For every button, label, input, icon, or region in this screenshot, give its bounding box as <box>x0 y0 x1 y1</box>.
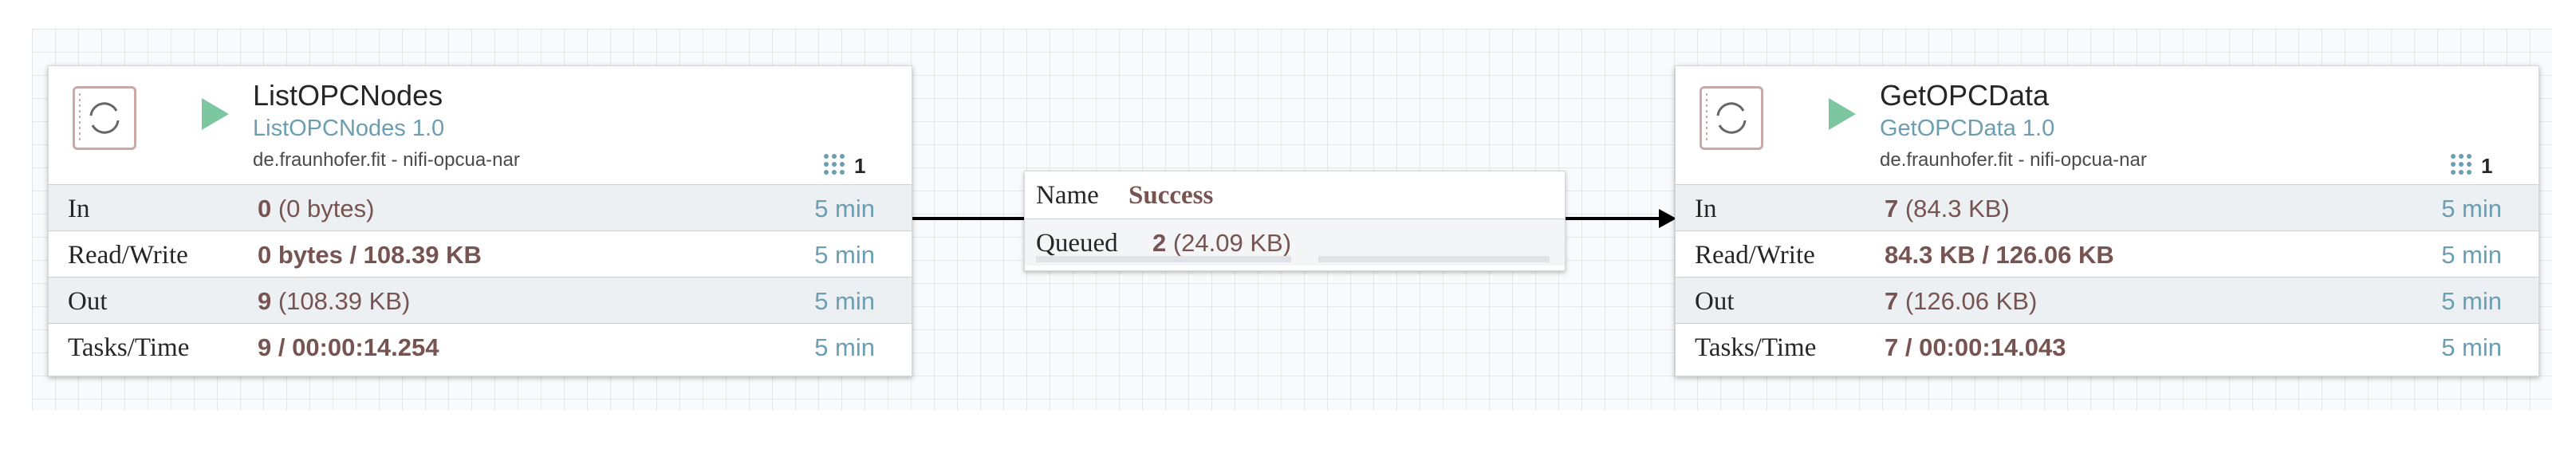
stat-row-readwrite: Read/Write 0 bytes / 108.39 KB 5 min <box>49 230 912 278</box>
processor-header: ListOPCNodes ListOPCNodes 1.0 de.fraunho… <box>49 66 912 184</box>
stat-time: 5 min <box>2441 195 2502 223</box>
stat-label: Tasks/Time <box>1695 333 1817 362</box>
stat-time: 5 min <box>2441 287 2502 315</box>
stat-value: 7 (84.3 KB) <box>1885 195 2010 223</box>
play-icon[interactable] <box>1829 98 1856 130</box>
processor-name: ListOPCNodes <box>253 79 443 112</box>
threads-icon <box>2451 154 2472 175</box>
processor-icon <box>73 86 136 150</box>
stat-label: Read/Write <box>1695 241 1815 270</box>
stat-time: 5 min <box>814 195 875 223</box>
stat-row-in: In 7 (84.3 KB) 5 min <box>1676 184 2539 231</box>
stat-value: 84.3 KB / 126.06 KB <box>1885 241 2114 269</box>
stat-time: 5 min <box>2441 241 2502 269</box>
stat-label: Out <box>68 287 108 316</box>
stat-label: Read/Write <box>68 241 188 270</box>
stat-value: 7 / 00:00:14.043 <box>1885 333 2066 361</box>
stat-time: 5 min <box>2441 333 2502 361</box>
stat-row-tasks: Tasks/Time 9 / 00:00:14.254 5 min <box>49 323 912 370</box>
connection-queued-value: 2 (24.09 KB) <box>1152 229 1292 257</box>
stat-time: 5 min <box>814 333 875 361</box>
play-icon[interactable] <box>202 98 229 130</box>
connection-label[interactable]: Name Success Queued 2 (24.09 KB) <box>1024 171 1566 271</box>
active-thread-count: 1 <box>854 154 866 178</box>
stat-row-tasks: Tasks/Time 7 / 00:00:14.043 5 min <box>1676 323 2539 370</box>
stat-label: In <box>1695 195 1717 223</box>
processor-getopcdata[interactable]: GetOPCData GetOPCData 1.0 de.fraunhofer.… <box>1675 65 2539 376</box>
stat-value: 9 (108.39 KB) <box>258 287 411 315</box>
stat-value: 9 / 00:00:14.254 <box>258 333 439 361</box>
threads-icon <box>824 154 845 175</box>
processor-bundle: de.fraunhofer.fit - nifi-opcua-nar <box>253 149 520 171</box>
connection-name-row: Name Success <box>1025 171 1565 218</box>
connection-name-value: Success <box>1128 181 1214 210</box>
stat-value: 7 (126.06 KB) <box>1885 287 2038 315</box>
stat-value: 0 (0 bytes) <box>258 195 375 223</box>
stat-time: 5 min <box>814 287 875 315</box>
queue-size-bar <box>1318 256 1550 262</box>
processor-icon <box>1700 86 1763 150</box>
queue-count-bar <box>1036 256 1291 262</box>
stat-label: In <box>68 195 90 223</box>
processor-header: GetOPCData GetOPCData 1.0 de.fraunhofer.… <box>1676 66 2539 184</box>
connection-queued-row: Queued 2 (24.09 KB) <box>1025 219 1565 266</box>
arrow-right-icon <box>1659 209 1676 228</box>
stat-label: Out <box>1695 287 1735 316</box>
connection-queued-key: Queued <box>1036 229 1118 258</box>
stat-time: 5 min <box>814 241 875 269</box>
processor-type: GetOPCData 1.0 <box>1880 116 2055 141</box>
connection-name-key: Name <box>1036 181 1099 210</box>
processor-type: ListOPCNodes 1.0 <box>253 116 445 141</box>
processor-bundle: de.fraunhofer.fit - nifi-opcua-nar <box>1880 149 2147 171</box>
stat-value: 0 bytes / 108.39 KB <box>258 241 482 269</box>
stat-row-readwrite: Read/Write 84.3 KB / 126.06 KB 5 min <box>1676 230 2539 278</box>
processor-listopcnodes[interactable]: ListOPCNodes ListOPCNodes 1.0 de.fraunho… <box>48 65 912 376</box>
processor-name: GetOPCData <box>1880 79 2050 112</box>
stat-label: Tasks/Time <box>68 333 190 362</box>
stat-row-out: Out 9 (108.39 KB) 5 min <box>49 277 912 324</box>
stat-row-out: Out 7 (126.06 KB) 5 min <box>1676 277 2539 324</box>
stat-row-in: In 0 (0 bytes) 5 min <box>49 184 912 231</box>
active-thread-count: 1 <box>2481 154 2493 178</box>
